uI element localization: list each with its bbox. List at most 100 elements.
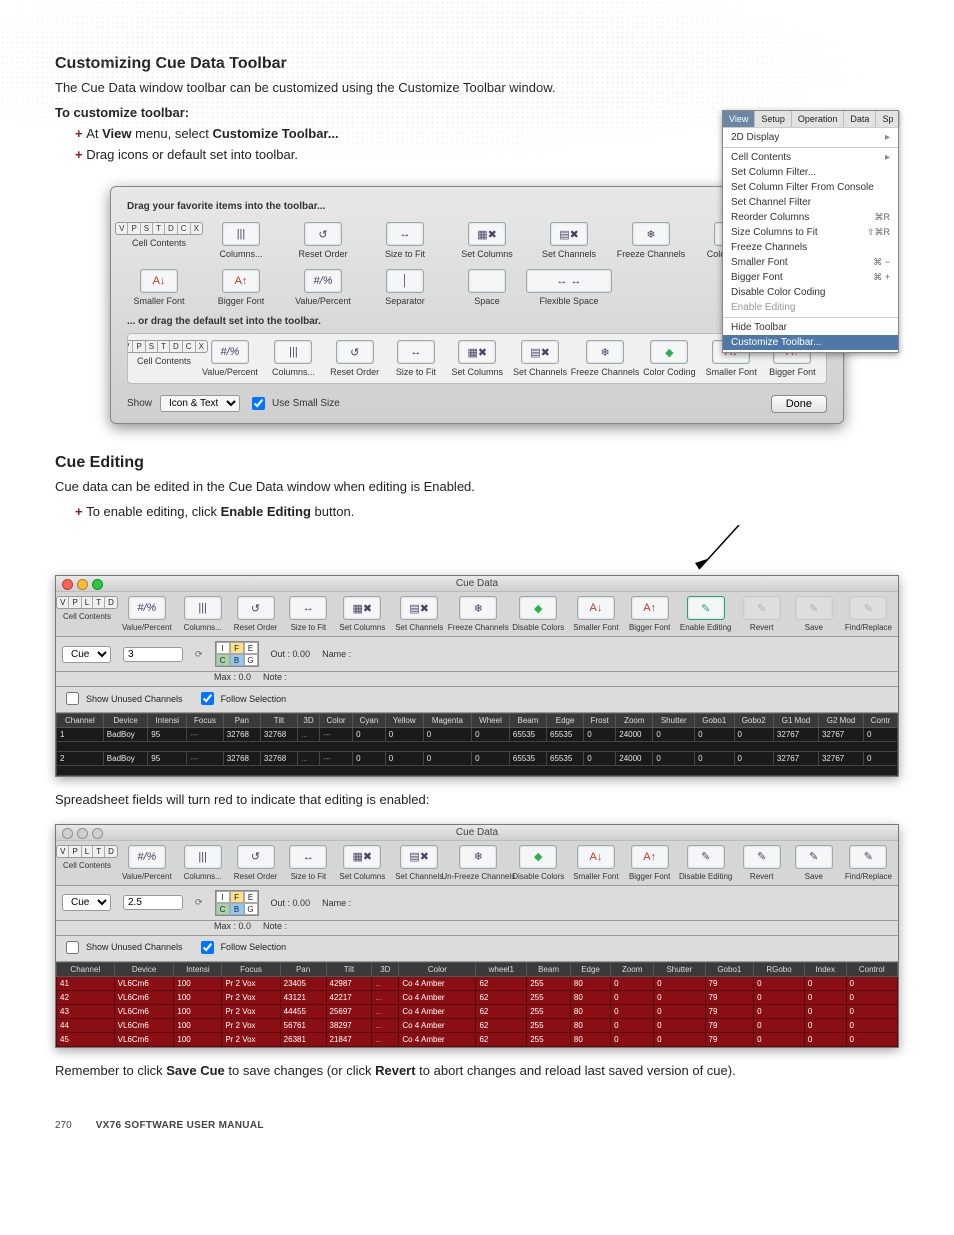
cell[interactable]: 23405 [280,976,326,990]
menu-item[interactable]: Set Channel Filter [723,195,898,210]
window-controls[interactable] [62,828,103,839]
set-columns-tool[interactable]: ▦✖Set Columns [455,222,519,259]
freeze-channels-tool[interactable]: ❄Freeze Channels [577,340,633,377]
bigger-font-tool[interactable]: A↑Bigger Font [629,845,671,881]
cue-select[interactable]: Cue [62,646,111,663]
column-header[interactable]: Gobo2 [734,714,773,728]
cell[interactable]: 0 [584,728,616,742]
cell[interactable]: 65535 [509,752,546,766]
cell[interactable]: Co 4 Amber [399,976,476,990]
cell[interactable]: 255 [527,990,571,1004]
zoom-icon[interactable] [92,579,103,590]
cell[interactable]: 62 [476,1032,527,1046]
cell[interactable]: 100 [174,976,222,990]
cell[interactable]: 100 [174,1018,222,1032]
minimize-icon[interactable] [77,828,88,839]
cell[interactable]: 0 [846,1018,898,1032]
cell[interactable]: 56761 [280,1018,326,1032]
cell[interactable]: 100 [174,1004,222,1018]
value-percent-tool[interactable]: #/%Value/Percent [291,269,355,306]
cell[interactable]: 0 [864,752,898,766]
cell[interactable]: 45 [57,1032,115,1046]
cell[interactable]: Co 4 Amber [399,990,476,1004]
cell[interactable]: 0 [611,976,654,990]
cell[interactable]: 79 [705,990,754,1004]
cell[interactable]: 32767 [773,728,818,742]
cell[interactable]: 0 [472,752,510,766]
disable-colors-tool[interactable]: ◆Disable Colors [513,845,563,881]
set-channels-tool[interactable]: ▤✖Set Channels [395,596,443,632]
menu-item[interactable]: Size Columns to Fit⇧⌘R [723,225,898,240]
find-replace-tool[interactable]: ✎Find/Replace [845,845,892,881]
cell[interactable]: 0 [423,728,471,742]
cell[interactable]: 43 [57,1004,115,1018]
reset-order-tool[interactable]: ↺Reset Order [291,222,355,259]
cell[interactable]: 80 [570,976,610,990]
menu-tab[interactable]: Data [844,111,876,127]
cell[interactable]: 62 [476,990,527,1004]
enable-editing-tool[interactable]: ✎Enable Editing [681,596,731,632]
cell[interactable]: 0 [353,728,386,742]
cue-number-input[interactable] [123,647,183,662]
cell[interactable]: 255 [527,1018,571,1032]
column-header[interactable]: Zoom [611,962,654,976]
column-header[interactable]: Yellow [385,714,423,728]
table-row[interactable]: 41VL6Cm6100Pr 2 Vox2340542987...Co 4 Amb… [57,976,898,990]
cell[interactable]: 26381 [280,1032,326,1046]
cell[interactable]: 0 [654,1032,705,1046]
cell[interactable]: VL6Cm6 [114,1018,174,1032]
cell[interactable]: BadBoy [103,752,148,766]
revert-tool[interactable]: ✎Revert [741,845,783,881]
cell[interactable]: 0 [611,990,654,1004]
set-columns-tool[interactable]: ▦✖Set Columns [451,340,503,377]
follow-selection-checkbox[interactable]: Follow Selection [197,938,287,957]
menu-item[interactable]: Cell Contents▸ [723,150,898,165]
unfreeze-channels-tool[interactable]: ❄Un-Freeze Channels [453,845,503,881]
cell[interactable]: 41 [57,976,115,990]
column-header[interactable]: Focus [222,962,280,976]
cell[interactable]: 32768 [223,752,260,766]
cell[interactable]: Pr 2 Vox [222,1018,280,1032]
cell[interactable]: 80 [570,1032,610,1046]
cell[interactable]: 79 [705,1018,754,1032]
column-header[interactable]: Index [804,962,846,976]
cell[interactable]: 0 [734,752,773,766]
cell[interactable]: --- [319,752,352,766]
window-controls[interactable] [62,579,103,590]
cell[interactable]: 0 [754,990,805,1004]
column-header[interactable]: 3D [298,714,320,728]
menu-item[interactable]: Set Column Filter From Console [723,180,898,195]
freeze-channels-tool[interactable]: ❄Freeze Channels [453,596,503,632]
menu-item[interactable]: Reorder Columns⌘R [723,210,898,225]
cell[interactable]: 65535 [547,728,584,742]
cell[interactable]: 1 [57,728,104,742]
column-header[interactable]: Channel [57,714,104,728]
column-header[interactable]: Cyan [353,714,386,728]
cell[interactable]: 0 [695,752,734,766]
close-icon[interactable] [62,828,73,839]
cell[interactable]: 0 [754,976,805,990]
cell[interactable]: 0 [804,1004,846,1018]
cell[interactable]: Pr 2 Vox [222,990,280,1004]
cell[interactable]: 95 [148,752,187,766]
cell[interactable]: 32768 [223,728,260,742]
menu-item[interactable]: 2D Display▸ [723,130,898,145]
cell[interactable]: BadBoy [103,728,148,742]
show-select[interactable]: Icon & Text [160,395,240,412]
flexible-space-tool[interactable]: ↔ ↔Flexible Space [537,269,601,306]
ifecbg-grid[interactable]: IFECBG [215,890,259,916]
cell[interactable]: 0 [846,1032,898,1046]
cell[interactable]: 255 [527,1004,571,1018]
cell[interactable]: 80 [570,1004,610,1018]
column-header[interactable]: Color [399,962,476,976]
cell[interactable]: 0 [472,728,510,742]
cell[interactable]: ... [298,752,320,766]
column-header[interactable]: wheel1 [476,962,527,976]
cell[interactable]: 0 [864,728,898,742]
menu-item[interactable]: Smaller Font⌘ − [723,255,898,270]
cell[interactable]: 0 [846,990,898,1004]
column-header[interactable]: Magenta [423,714,471,728]
disable-colors-tool[interactable]: ◆Disable Colors [513,596,563,632]
column-header[interactable]: Gobo1 [695,714,734,728]
separator-tool[interactable]: │Separator [373,269,437,306]
